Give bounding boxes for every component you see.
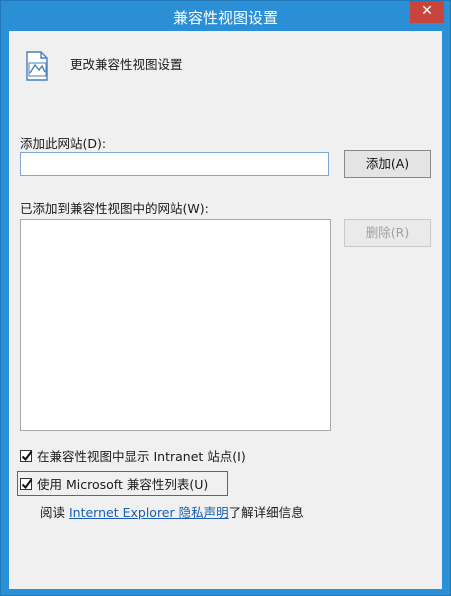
dialog-heading: 更改兼容性视图设置 <box>70 57 183 72</box>
ms-compat-list-label: 使用 Microsoft 兼容性列表(U) <box>37 477 209 492</box>
dialog-window: 兼容性视图设置 ✕ 更改兼容性视图设置 添加此网站(D): 添加(A) 已添加到… <box>0 0 451 596</box>
ms-compat-list-checkbox[interactable] <box>20 477 33 490</box>
privacy-text: 阅读 Internet Explorer 隐私声明了解详细信息 <box>40 502 304 521</box>
privacy-prefix: 阅读 <box>40 505 69 520</box>
document-image-icon <box>26 51 48 81</box>
dialog-body: 更改兼容性视图设置 添加此网站(D): 添加(A) 已添加到兼容性视图中的网站(… <box>9 31 442 589</box>
compat-site-list[interactable] <box>20 219 331 431</box>
close-icon: ✕ <box>421 3 433 19</box>
intranet-option[interactable]: 在兼容性视图中显示 Intranet 站点(I) <box>20 446 246 465</box>
window-title: 兼容性视图设置 <box>172 9 278 27</box>
add-site-label: 添加此网站(D): <box>20 136 107 151</box>
add-button[interactable]: 添加(A) <box>344 150 431 178</box>
remove-button[interactable]: 删除(R) <box>344 219 431 247</box>
ms-compat-list-option[interactable]: 使用 Microsoft 兼容性列表(U) <box>20 474 208 493</box>
privacy-link[interactable]: Internet Explorer 隐私声明 <box>69 505 229 520</box>
close-button[interactable]: ✕ <box>410 1 444 23</box>
privacy-suffix: 了解详细信息 <box>228 505 304 520</box>
checkmark-icon <box>21 450 33 461</box>
site-list-label: 已添加到兼容性视图中的网站(W): <box>20 201 209 216</box>
site-url-input[interactable] <box>20 152 329 176</box>
intranet-option-label: 在兼容性视图中显示 Intranet 站点(I) <box>37 449 246 464</box>
title-bar[interactable]: 兼容性视图设置 ✕ <box>1 1 450 31</box>
intranet-checkbox[interactable] <box>20 449 33 462</box>
checkmark-icon <box>21 478 33 489</box>
